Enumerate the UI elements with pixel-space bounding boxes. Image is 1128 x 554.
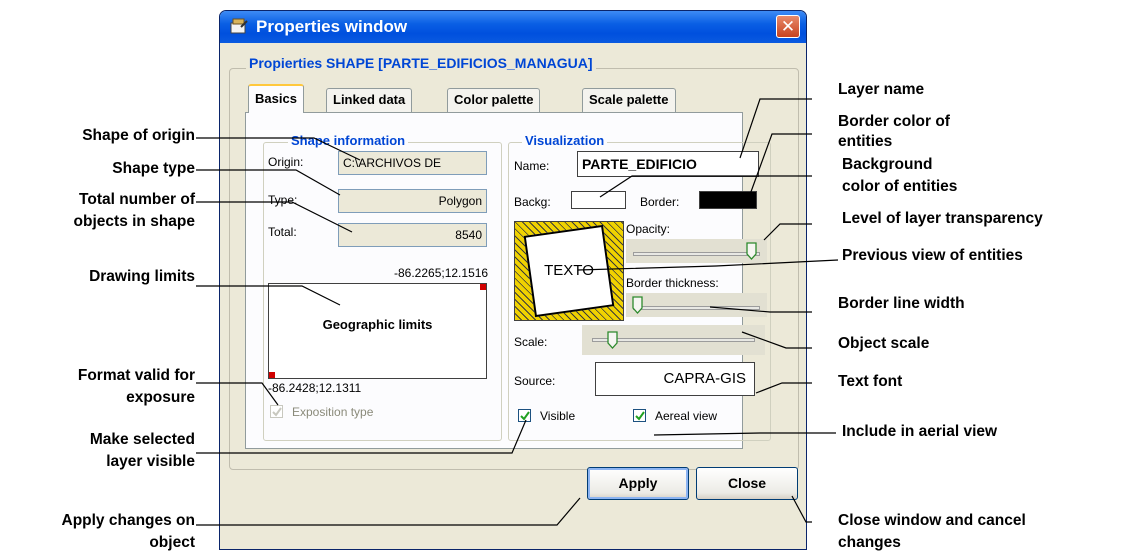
border-thickness-slider-track bbox=[633, 306, 760, 310]
background-color-swatch[interactable] bbox=[571, 191, 626, 209]
geographic-limits-label: Geographic limits bbox=[322, 317, 433, 332]
type-label: Type: bbox=[268, 193, 298, 207]
source-label: Source: bbox=[514, 374, 556, 388]
annotation-shape-type: Shape type bbox=[112, 160, 195, 177]
geographic-limits-box: Geographic limits bbox=[268, 283, 487, 379]
exposition-type-checkbox[interactable] bbox=[270, 405, 283, 418]
tab-color-palette[interactable]: Color palette bbox=[447, 88, 541, 112]
entities-preview: TEXTO bbox=[514, 221, 624, 321]
annotation-total-objects-line2: objects in shape bbox=[73, 213, 195, 230]
aerial-view-label: Aereal view bbox=[655, 409, 718, 423]
annotation-apply-changes-line1: Apply changes on bbox=[61, 512, 196, 529]
scale-label: Scale: bbox=[514, 335, 548, 349]
annotation-previous-view: Previous view of entities bbox=[842, 247, 1023, 264]
annotation-make-visible-line1: Make selected bbox=[89, 431, 195, 448]
close-button[interactable]: Close bbox=[696, 467, 798, 500]
origin-field[interactable]: C:\ARCHIVOS DE bbox=[338, 151, 487, 175]
type-field[interactable]: Polygon bbox=[338, 189, 487, 213]
annotation-layer-name: Layer name bbox=[838, 81, 925, 98]
annotation-total-objects-line1: Total number of bbox=[79, 191, 195, 208]
name-label: Name: bbox=[514, 159, 550, 173]
scale-slider[interactable] bbox=[582, 325, 765, 355]
max-corner-marker bbox=[480, 284, 486, 290]
limit-max-coordinates: -86.2265;12.1516 bbox=[394, 266, 489, 280]
border-thickness-slider-thumb[interactable] bbox=[632, 296, 643, 314]
border-thickness-slider[interactable] bbox=[626, 293, 767, 317]
border-label: Border: bbox=[640, 195, 680, 209]
preview-text: TEXTO bbox=[544, 262, 594, 279]
visualization-title: Visualization bbox=[522, 133, 608, 148]
annotation-text-font: Text font bbox=[838, 373, 903, 390]
annotation-object-scale: Object scale bbox=[838, 335, 930, 352]
opacity-slider[interactable] bbox=[626, 239, 767, 263]
total-label: Total: bbox=[268, 225, 297, 239]
visible-label: Visible bbox=[540, 409, 576, 423]
annotation-close-window-line1: Close window and cancel bbox=[838, 512, 1026, 529]
exposition-type-label: Exposition type bbox=[292, 405, 374, 419]
annotation-drawing-limits: Drawing limits bbox=[89, 268, 195, 285]
check-icon bbox=[635, 411, 645, 421]
annotation-apply-changes-line2: object bbox=[149, 534, 195, 551]
shape-information-title: Shape information bbox=[288, 133, 409, 148]
annotation-background-color-line2: color of entities bbox=[842, 178, 958, 195]
layer-name-field[interactable]: PARTE_EDIFICIO bbox=[577, 151, 759, 177]
opacity-label: Opacity: bbox=[626, 222, 671, 236]
annotation-format-valid-line1: Format valid for bbox=[77, 367, 195, 384]
text-font-field[interactable]: CAPRA-GIS bbox=[595, 362, 755, 396]
aerial-view-checkbox[interactable] bbox=[633, 409, 646, 422]
properties-group-title: Propierties SHAPE [PARTE_EDIFICIOS_MANAG… bbox=[246, 55, 596, 71]
tab-linked-data[interactable]: Linked data bbox=[326, 88, 413, 112]
annotation-transparency: Level of layer transparency bbox=[842, 210, 1043, 227]
annotation-make-visible-line2: layer visible bbox=[106, 453, 195, 470]
annotation-border-color-line2: entities bbox=[838, 133, 893, 150]
properties-window-icon bbox=[230, 18, 248, 34]
visible-checkbox[interactable] bbox=[518, 409, 531, 422]
opacity-slider-thumb[interactable] bbox=[746, 242, 757, 260]
origin-label: Origin: bbox=[268, 155, 304, 169]
title-bar[interactable]: Properties window ✕ bbox=[220, 11, 806, 43]
total-field[interactable]: 8540 bbox=[338, 223, 487, 247]
annotation-close-window-line2: changes bbox=[838, 534, 901, 551]
window-close-button[interactable]: ✕ bbox=[776, 15, 800, 38]
annotation-background-color-line1: Background bbox=[842, 156, 933, 173]
tab-scale-palette[interactable]: Scale palette bbox=[582, 88, 676, 112]
annotation-border-color-line1: Border color of bbox=[838, 113, 950, 130]
border-thickness-label: Border thickness: bbox=[626, 276, 719, 290]
min-corner-marker bbox=[269, 372, 275, 378]
properties-window: Properties window ✕ Propierties SHAPE [P… bbox=[219, 10, 807, 550]
annotation-format-valid-line2: exposure bbox=[126, 389, 195, 406]
annotation-border-width: Border line width bbox=[838, 295, 965, 312]
apply-button[interactable]: Apply bbox=[587, 467, 689, 500]
opacity-slider-track bbox=[633, 252, 760, 256]
check-icon bbox=[520, 411, 530, 421]
check-icon bbox=[272, 407, 282, 417]
backg-label: Backg: bbox=[514, 195, 551, 209]
annotation-shape-of-origin: Shape of origin bbox=[82, 127, 195, 144]
tab-basics[interactable]: Basics bbox=[248, 84, 304, 113]
window-title: Properties window bbox=[256, 17, 408, 36]
border-color-swatch[interactable] bbox=[699, 191, 757, 209]
limit-min-coordinates: -86.2428;12.1311 bbox=[268, 381, 362, 395]
scale-slider-thumb[interactable] bbox=[607, 331, 618, 349]
annotation-aerial-view: Include in aerial view bbox=[842, 423, 998, 440]
